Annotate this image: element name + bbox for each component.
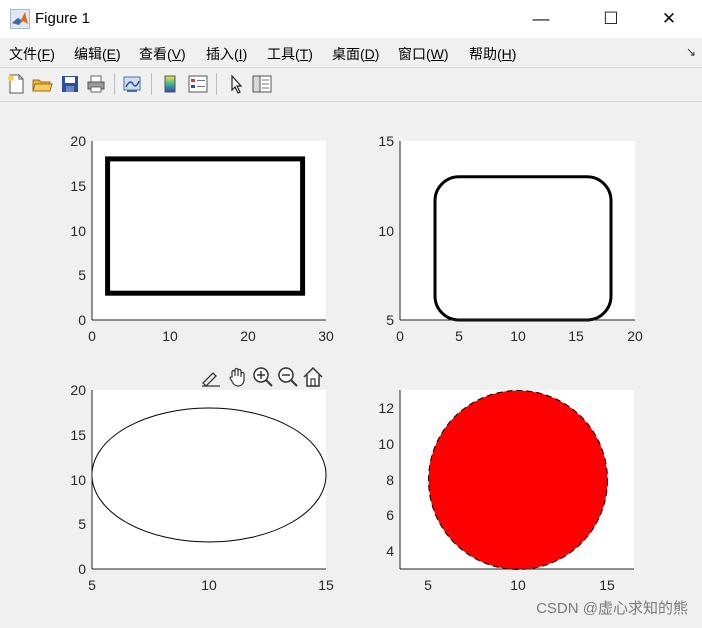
y-tick-label: 8	[386, 472, 394, 488]
x-tick-label: 5	[455, 328, 463, 344]
figure-canvas[interactable]: 0 10 20 30 0 5 10 15 20 0 5 10 15 20 5 1…	[0, 102, 702, 628]
save-icon[interactable]	[59, 73, 81, 95]
circle-shape	[428, 390, 608, 570]
watermark-text: CSDN @虚心求知的熊	[536, 600, 688, 617]
y-tick-label: 12	[378, 400, 394, 416]
y-tick-label: 10	[378, 223, 394, 239]
subplot-2[interactable]: 0 5 10 15 20 5 10 15	[378, 133, 643, 344]
y-tick-label: 6	[386, 507, 394, 523]
menu-insert[interactable]: 插入(I)	[206, 44, 247, 64]
print-icon[interactable]	[85, 73, 107, 95]
y-tick-label: 15	[70, 178, 86, 194]
menu-bar: 文件(F) 编辑(E) 查看(V) 插入(I) 工具(T) 桌面(D) 窗口(W…	[0, 38, 702, 67]
y-tick-label: 5	[386, 312, 394, 328]
subplot-4[interactable]: 5 10 15 4 6 8 10 12	[378, 390, 634, 593]
window-title: Figure 1	[35, 10, 91, 27]
y-tick-label: 4	[386, 543, 394, 559]
y-tick-label: 5	[78, 516, 86, 532]
close-button[interactable]: ✕	[646, 0, 692, 38]
toolbar-separator	[151, 73, 152, 95]
pointer-icon[interactable]	[225, 73, 247, 95]
x-tick-label: 10	[201, 577, 217, 593]
minimize-button[interactable]: —	[518, 0, 564, 38]
x-tick-label: 20	[627, 328, 643, 344]
menu-window[interactable]: 窗口(W)	[398, 44, 449, 64]
y-tick-label: 10	[378, 436, 394, 452]
window-titlebar: Figure 1 — ☐ ✕	[0, 0, 702, 38]
menu-edit[interactable]: 编辑(E)	[74, 44, 121, 64]
open-folder-icon[interactable]	[31, 73, 53, 95]
toolbar-separator	[114, 73, 115, 95]
y-tick-label: 15	[70, 427, 86, 443]
matlab-logo-icon	[10, 9, 30, 29]
pan-icon[interactable]	[226, 365, 250, 389]
y-tick-label: 5	[78, 267, 86, 283]
y-tick-label: 10	[70, 223, 86, 239]
colorbar-icon[interactable]	[159, 73, 181, 95]
y-tick-label: 20	[70, 133, 86, 149]
x-tick-label: 0	[88, 328, 96, 344]
figure-toolbar	[0, 67, 702, 102]
x-tick-label: 15	[318, 577, 334, 593]
dock-figure-icon[interactable]: ↘	[686, 45, 696, 59]
new-file-icon[interactable]	[5, 73, 27, 95]
subplot-3[interactable]: 5 10 15 0 5 10 15 20	[70, 382, 334, 593]
toolbar-separator	[216, 73, 217, 95]
y-tick-label: 0	[78, 561, 86, 577]
x-tick-label: 30	[318, 328, 334, 344]
x-tick-label: 10	[162, 328, 178, 344]
home-icon[interactable]	[301, 365, 325, 389]
x-tick-label: 15	[568, 328, 584, 344]
brush-icon[interactable]	[199, 365, 223, 389]
y-tick-label: 15	[378, 133, 394, 149]
x-tick-label: 0	[396, 328, 404, 344]
subplot-1[interactable]: 0 10 20 30 0 5 10 15 20	[70, 133, 334, 344]
x-tick-label: 20	[240, 328, 256, 344]
menu-file[interactable]: 文件(F)	[9, 44, 55, 64]
menu-tools[interactable]: 工具(T)	[267, 44, 313, 64]
x-tick-label: 5	[424, 577, 432, 593]
menu-help[interactable]: 帮助(H)	[469, 44, 516, 64]
x-tick-label: 5	[88, 577, 96, 593]
y-tick-label: 10	[70, 472, 86, 488]
link-plot-icon[interactable]	[121, 73, 143, 95]
x-tick-label: 10	[510, 577, 526, 593]
maximize-button[interactable]: ☐	[588, 0, 634, 38]
menu-view[interactable]: 查看(V)	[139, 44, 186, 64]
legend-icon[interactable]	[187, 73, 209, 95]
y-tick-label: 20	[70, 382, 86, 398]
y-tick-label: 0	[78, 312, 86, 328]
x-tick-label: 15	[599, 577, 615, 593]
menu-desktop[interactable]: 桌面(D)	[332, 44, 379, 64]
x-tick-label: 10	[510, 328, 526, 344]
property-inspector-icon[interactable]	[251, 73, 273, 95]
zoom-out-icon[interactable]	[276, 365, 300, 389]
zoom-in-icon[interactable]	[251, 365, 275, 389]
